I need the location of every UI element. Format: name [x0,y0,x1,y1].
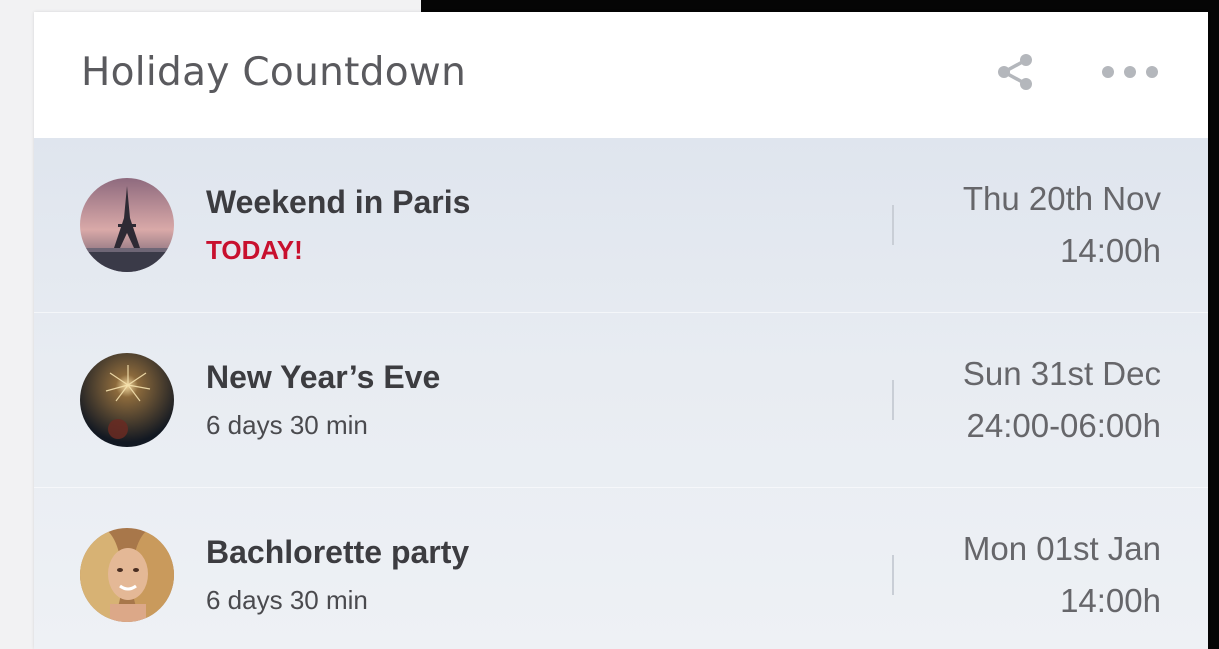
fireworks-photo [80,353,174,447]
countdown-status: TODAY! [206,235,303,265]
event-datetime: Sun 31st Dec 24:00-06:00h [963,348,1161,452]
avatar [80,353,174,447]
widget-header: Holiday Countdown [34,12,1208,138]
list-item-new-years-eve[interactable]: New Year’s Eve 6 days 30 min Sun 31st De… [34,313,1208,488]
divider [892,380,894,420]
divider [892,205,894,245]
event-time: 24:00-06:00h [966,407,1161,444]
event-datetime: Thu 20th Nov 14:00h [963,173,1161,277]
countdown-status: 6 days 30 min [206,410,368,440]
event-date: Mon 01st Jan [962,530,1161,567]
event-name: Bachlorette party [206,534,470,570]
eiffel-tower-photo [80,178,174,272]
event-text: Bachlorette party 6 days 30 min [206,532,469,618]
list-item-bachlorette-party[interactable]: Bachlorette party 6 days 30 min Mon 01st… [34,488,1208,649]
countdown-status: 6 days 30 min [206,585,368,615]
header-actions [996,52,1160,92]
woman-portrait-photo [80,528,174,622]
event-text: New Year’s Eve 6 days 30 min [206,357,440,443]
holiday-countdown-widget: Holiday Countdown Weekend in Paris TODAY… [34,12,1208,649]
event-list: Weekend in Paris TODAY! Thu 20th Nov 14:… [34,138,1208,649]
avatar [80,178,174,272]
event-text: Weekend in Paris TODAY! [206,182,470,268]
event-time: 14:00h [1060,232,1161,269]
widget-title: Holiday Countdown [81,50,467,95]
event-datetime: Mon 01st Jan 14:00h [963,523,1161,627]
list-item-weekend-in-paris[interactable]: Weekend in Paris TODAY! Thu 20th Nov 14:… [34,138,1208,313]
event-name: New Year’s Eve [206,359,441,395]
event-date: Sun 31st Dec [962,355,1161,392]
share-icon[interactable] [996,52,1036,92]
avatar [80,528,174,622]
divider [892,555,894,595]
event-date: Thu 20th Nov [962,180,1161,217]
event-name: Weekend in Paris [206,184,471,220]
event-time: 14:00h [1060,582,1161,619]
more-horizontal-icon[interactable] [1100,62,1160,82]
